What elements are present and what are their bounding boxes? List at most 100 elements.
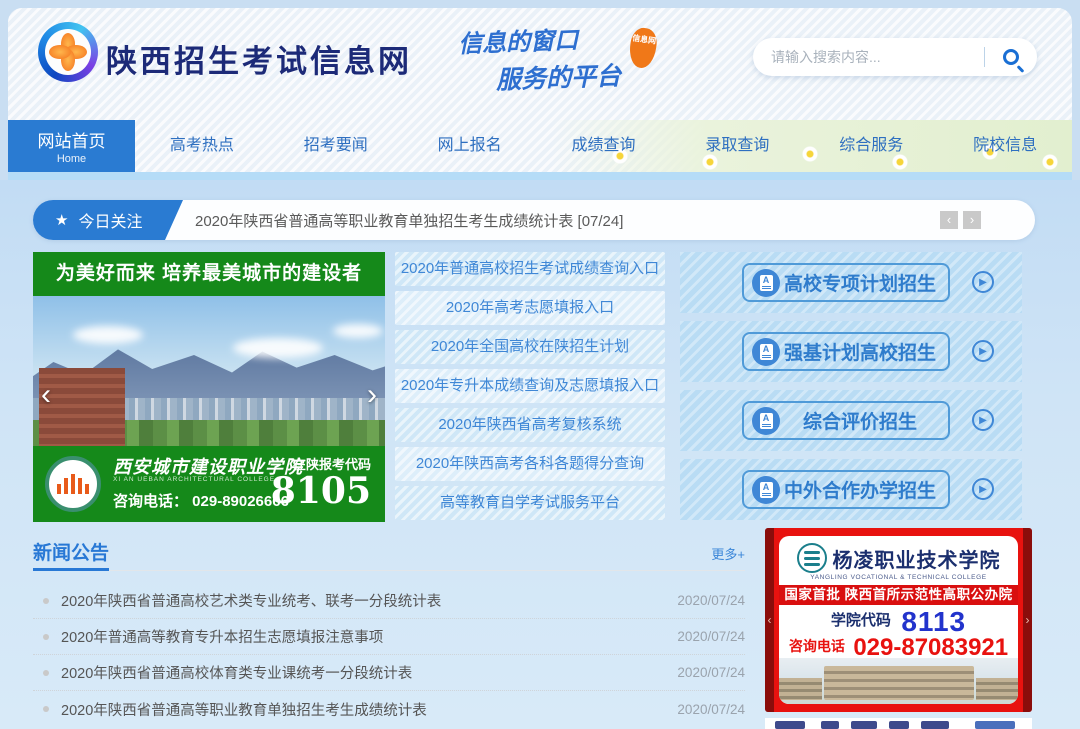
nav-tab-home[interactable]: 网站首页 Home [8,120,135,172]
news-item[interactable]: 2020年陕西省普通高校艺术类专业统考、联考一分段统计表 2020/07/24 [33,583,745,619]
quick-links-column: 2020年普通高校招生考试成绩查询入口 2020年高考志愿填报入口 2020年全… [395,252,665,525]
partial-badge-fragment [975,721,1015,729]
special-button-frame: A 综合评价招生 [742,401,950,440]
yangling-ad-banner[interactable]: ‹ › 杨凌职业技术学院 YANGLING VOCATIONAL & TECHN… [765,528,1032,712]
ticker-prev-button[interactable]: ‹ [940,211,958,229]
ad-college-name-en: YANGLING VOCATIONAL & TECHNICAL COLLEGE [779,574,1018,581]
special-button-label: 中外合作办学招生 [784,476,936,503]
news-list: 2020年陕西省普通高校艺术类专业统考、联考一分段统计表 2020/07/24 … [33,583,745,727]
bullet-icon [43,634,49,640]
partial-text-fragment [821,721,839,729]
search-bar [753,38,1037,76]
news-item-text: 2020年普通高等教育专升本招生志愿填报注意事项 [61,626,677,647]
ad-prev-arrow[interactable]: ‹ [765,528,774,712]
logo-petal [49,45,71,59]
news-item-text: 2020年陕西省普通高校体育类专业课统考一分段统计表 [61,662,677,683]
partial-next-banner[interactable] [765,718,1032,729]
nav-bottom-strip [8,172,1072,180]
carousel-banner[interactable]: 为美好而来 培养最美城市的建设者 ‹ › 西安城市建设职业学院 XI AN UE… [33,252,385,522]
bullet-icon [43,706,49,712]
ad-college-name: 杨凌职业技术学院 [833,544,1001,573]
site-title: 陕西招生考试信息网 [106,36,412,81]
page: 陕西招生考试信息网 信息的窗口 服务的平台 信息网 网站首页 Home 高考热点… [0,0,1080,729]
college-phone: 咨询电话： 029-89026666 [113,490,289,511]
ad-next-arrow[interactable]: › [1023,528,1032,712]
nav-tab-admission-query[interactable]: 录取查询 [670,120,804,172]
document-glyph: A [760,413,773,429]
search-input[interactable] [771,49,984,65]
search-button[interactable] [985,38,1037,76]
ad-code-label: 学院代码 [831,612,891,629]
cloud-decoration [333,324,383,338]
ad-code: 8113 [901,606,966,637]
ad-campus-photo [779,658,1018,704]
special-button-frame: A 中外合作办学招生 [742,470,950,509]
ticker-headline-link[interactable]: 2020年陕西省普通高等职业教育单独招生考生成绩统计表 [07/24] [195,210,940,231]
news-item[interactable]: 2020年普通高等教育专升本招生志愿填报注意事项 2020/07/24 [33,619,745,655]
slogan-line2: 服务的平台 [495,53,698,96]
nav-tab-gaokao-hotspots[interactable]: 高考热点 [135,120,269,172]
partial-text-fragment [851,721,877,729]
news-item[interactable]: 2020年陕西省普通高校体育类专业课统考一分段统计表 2020/07/24 [33,655,745,691]
carousel-next-arrow[interactable]: › [367,380,377,410]
news-item-text: 2020年陕西省普通高等职业教育单独招生考生成绩统计表 [61,699,677,720]
news-header: 新闻公告 更多+ [33,534,745,571]
nav-tab-college-info[interactable]: 院校信息 [938,120,1072,172]
slogan-line1: 信息的窗口 [457,16,698,59]
news-divider [33,570,745,571]
today-focus-label[interactable]: ★ 今日关注 [33,200,165,240]
special-button-label: 综合评价招生 [803,407,917,434]
special-button-university-plan[interactable]: A 高校专项计划招生 ▶ [680,252,1022,313]
cloud-decoration [233,338,323,358]
news-item-date: 2020/07/24 [677,665,745,680]
special-button-frame: A 高校专项计划招生 [742,263,950,302]
bullet-icon [43,670,49,676]
site-logo-icon[interactable] [38,22,98,82]
document-icon: A [752,269,780,297]
quick-link-zhuanshengben[interactable]: 2020年专升本成绩查询及志愿填报入口 [395,369,665,403]
quick-link-volunteer-entry[interactable]: 2020年高考志愿填报入口 [395,291,665,325]
news-item-date: 2020/07/24 [677,629,745,644]
quick-link-subject-scores[interactable]: 2020年陕西高考各科各题得分查询 [395,447,665,481]
news-item[interactable]: 2020年陕西省普通高等职业教育单独招生考生成绩统计表 2020/07/24 [33,691,745,727]
star-icon: ★ [55,211,68,229]
quick-link-review-system[interactable]: 2020年陕西省高考复核系统 [395,408,665,442]
ticker-next-button[interactable]: › [963,211,981,229]
quick-link-score-query-entry[interactable]: 2020年普通高校招生考试成绩查询入口 [395,252,665,286]
ad-phone-number: 029-87083921 [853,634,1008,661]
special-button-label: 强基计划高校招生 [784,338,936,365]
special-button-qiangji-plan[interactable]: A 强基计划高校招生 ▶ [680,321,1022,382]
document-icon: A [752,407,780,435]
arrow-circle-icon: ▶ [972,478,994,500]
ticker-slant-decoration [165,200,183,240]
yangling-logo-icon [797,543,827,573]
special-button-label: 高校专项计划招生 [784,269,936,296]
ticker-arrows: ‹ › [940,211,981,229]
news-item-date: 2020/07/24 [677,702,745,717]
cloud-decoration [73,326,143,344]
document-glyph: A [760,482,773,498]
quick-link-national-plan[interactable]: 2020年全国高校在陕招生计划 [395,330,665,364]
main-nav: 网站首页 Home 高考热点 招考要闻 网上报名 成绩查询 录取查询 综合服务 … [8,120,1072,172]
carousel-prev-arrow[interactable]: ‹ [41,380,51,410]
quick-link-self-study-exam[interactable]: 高等教育自学考试服务平台 [395,486,665,520]
news-more-link[interactable]: 更多+ [711,544,745,563]
special-button-comprehensive-evaluation[interactable]: A 综合评价招生 ▶ [680,390,1022,451]
partial-text-fragment [889,721,909,729]
document-glyph: A [760,275,773,291]
news-item-date: 2020/07/24 [677,593,745,608]
search-icon [1003,49,1019,65]
today-focus-text: 今日关注 [78,208,142,232]
campus-building [824,666,974,700]
nav-tab-comprehensive-services[interactable]: 综合服务 [804,120,938,172]
partial-text-fragment [775,721,805,729]
nav-tab-score-query[interactable]: 成绩查询 [537,120,671,172]
ad-phone-label: 咨询电话 [789,638,845,654]
carousel-photo [33,296,385,446]
nav-tab-recruit-news[interactable]: 招考要闻 [269,120,403,172]
special-button-sino-foreign[interactable]: A 中外合作办学招生 ▶ [680,459,1022,520]
nav-tab-online-registration[interactable]: 网上报名 [403,120,537,172]
slogan-graphic: 信息的窗口 服务的平台 信息网 [458,20,698,93]
nav-items: 高考热点 招考要闻 网上报名 成绩查询 录取查询 综合服务 院校信息 [135,120,1072,172]
today-focus-ticker: ★ 今日关注 2020年陕西省普通高等职业教育单独招生考生成绩统计表 [07/2… [33,200,1035,240]
